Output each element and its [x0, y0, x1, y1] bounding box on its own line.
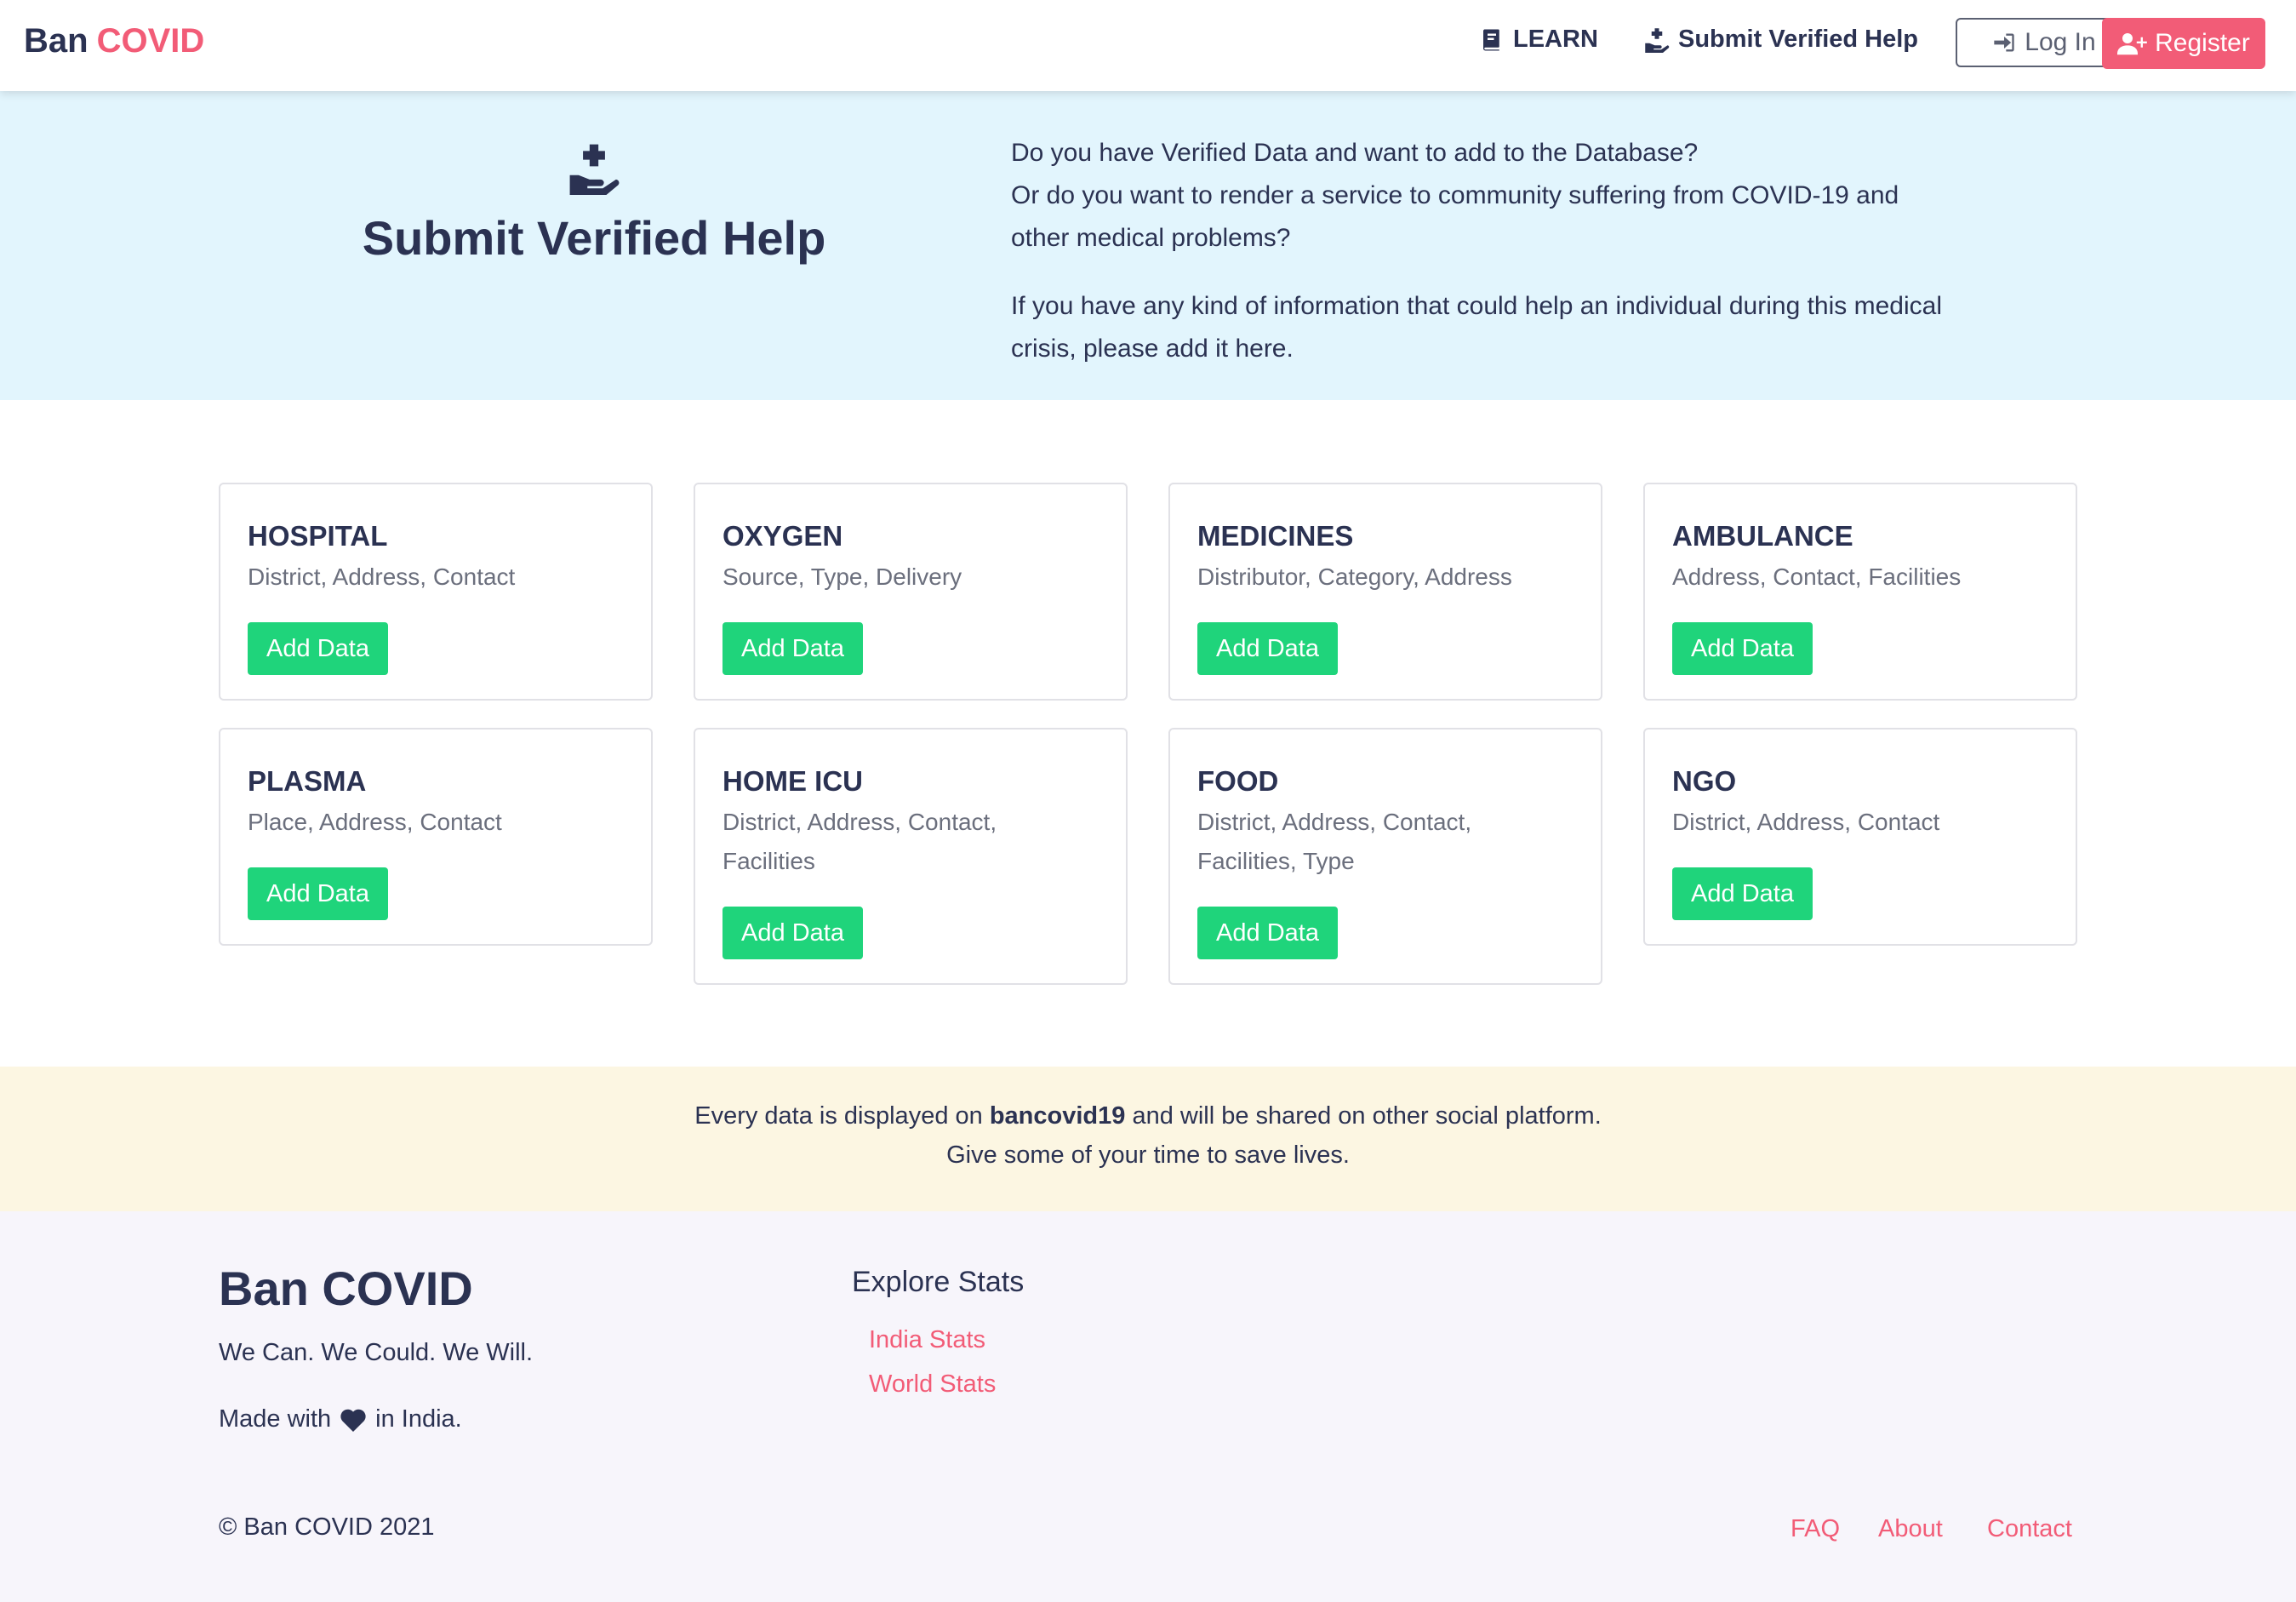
nav-submit-link[interactable]: Submit Verified Help: [1644, 26, 1918, 54]
card-title: HOSPITAL: [248, 520, 388, 552]
card-title: HOME ICU: [722, 765, 863, 797]
card-description: Address, Contact, Facilities: [1672, 564, 1962, 590]
notice-text-before: Every data is displayed on: [694, 1102, 983, 1130]
page-title: Submit Verified Help: [362, 211, 826, 265]
add-data-button-plasma[interactable]: Add Data: [248, 867, 388, 920]
card-food: FOOD District, Address, Contact, Facilit…: [1168, 728, 1602, 985]
add-data-button-medicines[interactable]: Add Data: [1197, 622, 1338, 675]
notice-banner: Every data is displayed on bancovid19 an…: [0, 1067, 2296, 1211]
add-data-button-oxygen[interactable]: Add Data: [722, 622, 863, 675]
world-stats-link[interactable]: World Stats: [869, 1370, 996, 1399]
add-data-button-home-icu[interactable]: Add Data: [722, 907, 863, 959]
card-home-icu: HOME ICU District, Address, Contact, Fac…: [694, 728, 1128, 985]
footer-tagline: We Can. We Could. We Will.: [219, 1339, 534, 1366]
register-button[interactable]: Register: [2102, 18, 2265, 69]
hero-para1-line2: Or do you want to render a service to co…: [1011, 181, 1899, 252]
card-title: NGO: [1672, 765, 1737, 797]
sign-in-icon: [1994, 33, 2014, 52]
brand-accent: COVID: [96, 22, 205, 60]
about-link[interactable]: About: [1878, 1515, 1943, 1543]
card-hospital: HOSPITAL District, Address, Contact Add …: [219, 483, 653, 701]
card-description: District, Address, Contact: [248, 564, 516, 590]
card-description: District, Address, Contact, Facilities, …: [1197, 809, 1472, 874]
card-description: Distributor, Category, Address: [1197, 564, 1512, 590]
add-data-button-ambulance[interactable]: Add Data: [1672, 622, 1813, 675]
card-title: FOOD: [1197, 765, 1279, 797]
made-with-before: Made with: [219, 1405, 332, 1433]
notice-site-name: bancovid19: [989, 1102, 1126, 1130]
notice-text-after: and will be shared on other social platf…: [1132, 1102, 1602, 1130]
copyright: © Ban COVID 2021: [219, 1513, 435, 1541]
faq-link[interactable]: FAQ: [1791, 1515, 1840, 1543]
card-description: District, Address, Contact, Facilities: [722, 809, 997, 874]
hand-holding-medical-icon: [1645, 27, 1670, 53]
card-oxygen: OXYGEN Source, Type, Delivery Add Data: [694, 483, 1128, 701]
footer: Ban COVID We Can. We Could. We Will. Mad…: [0, 1211, 2296, 1602]
hero-section: Submit Verified Help Do you have Verifie…: [0, 91, 2296, 400]
card-title: MEDICINES: [1197, 520, 1354, 552]
card-ngo: NGO District, Address, Contact Add Data: [1643, 728, 2077, 946]
nav-learn-link[interactable]: LEARN: [1479, 26, 1598, 54]
card-description: District, Address, Contact: [1672, 809, 1940, 835]
card-medicines: MEDICINES Distributor, Category, Address…: [1168, 483, 1602, 701]
card-ambulance: AMBULANCE Address, Contact, Facilities A…: [1643, 483, 2077, 701]
register-label: Register: [2155, 29, 2250, 57]
notice-line-2: Give some of your time to save lives.: [946, 1141, 1350, 1169]
nav-submit-label: Submit Verified Help: [1678, 26, 1918, 53]
footer-made-with: Made with in India.: [219, 1405, 462, 1433]
heart-icon: [340, 1409, 366, 1432]
card-title: PLASMA: [248, 765, 367, 797]
add-data-button-ngo[interactable]: Add Data: [1672, 867, 1813, 920]
hand-holding-medical-icon: [569, 144, 620, 195]
hero-para1-line1: Do you have Verified Data and want to ad…: [1011, 139, 1699, 167]
hero-paragraph-1: Do you have Verified Data and want to ad…: [1011, 132, 1956, 260]
card-description: Place, Address, Contact: [248, 809, 502, 835]
hero-description: Do you have Verified Data and want to ad…: [1011, 132, 1956, 370]
brand-primary: Ban: [24, 22, 89, 60]
contact-link[interactable]: Contact: [1987, 1515, 2072, 1543]
card-title: OXYGEN: [722, 520, 843, 552]
login-label: Log In: [2025, 28, 2096, 56]
made-with-after: in India.: [375, 1405, 462, 1433]
categories-section: HOSPITAL District, Address, Contact Add …: [0, 400, 2296, 1067]
brand-logo[interactable]: Ban COVID: [24, 22, 204, 60]
footer-brand: Ban COVID: [219, 1262, 473, 1315]
nav-learn-label: LEARN: [1513, 26, 1598, 53]
hero-paragraph-2: If you have any kind of information that…: [1011, 292, 1942, 363]
add-data-button-food[interactable]: Add Data: [1197, 907, 1338, 959]
card-title: AMBULANCE: [1672, 520, 1853, 552]
notice-line-1: Every data is displayed on bancovid19 an…: [0, 1102, 2296, 1130]
card-description: Source, Type, Delivery: [722, 564, 962, 590]
book-icon: [1482, 29, 1499, 50]
india-stats-link[interactable]: India Stats: [869, 1326, 985, 1354]
user-plus-icon: [2117, 33, 2147, 55]
card-plasma: PLASMA Place, Address, Contact Add Data: [219, 728, 653, 946]
explore-stats-heading: Explore Stats: [852, 1266, 1025, 1298]
navbar: Ban COVID LEARN Submit Verified Help Log…: [0, 0, 2296, 91]
add-data-button-hospital[interactable]: Add Data: [248, 622, 388, 675]
